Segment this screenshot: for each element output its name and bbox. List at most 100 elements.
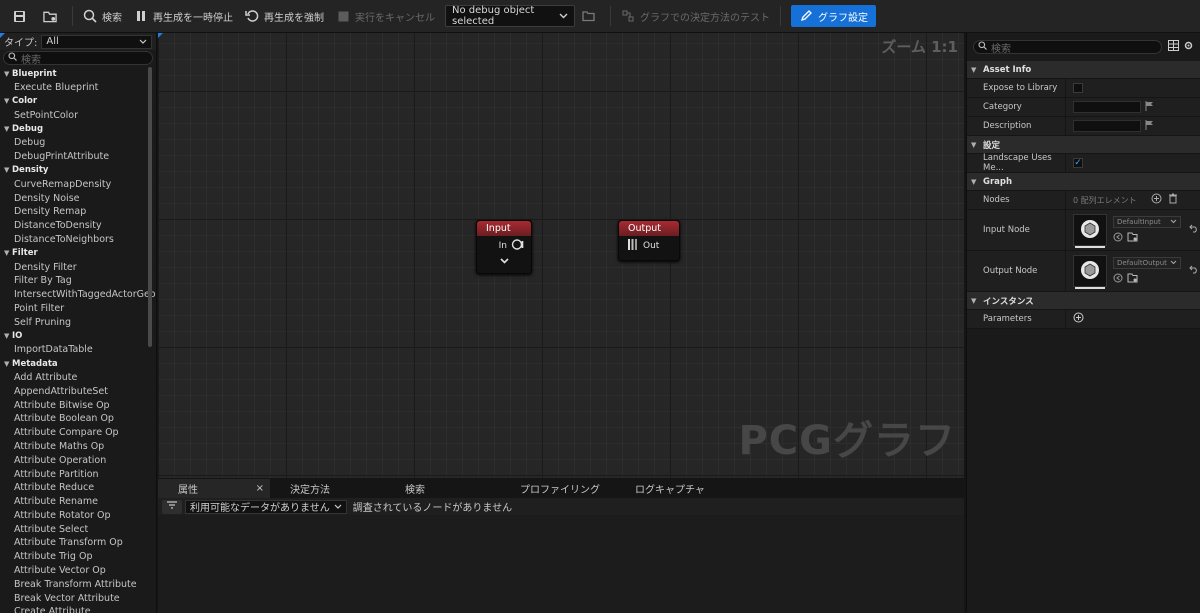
palette-item[interactable]: Attribute Bitwise Op [4, 398, 156, 412]
search-icon [8, 52, 17, 64]
add-element-icon[interactable] [1151, 193, 1162, 207]
tab-search[interactable]: 検索 [385, 479, 500, 498]
palette-item[interactable]: Density Noise [4, 191, 156, 205]
palette-category[interactable]: ▼ Debug [4, 122, 156, 136]
pin-icon[interactable] [511, 238, 524, 254]
folder-search-icon [581, 9, 595, 23]
test-determinism-button[interactable]: グラフでの決定方法のテスト [615, 4, 776, 28]
table-view-icon[interactable] [1168, 40, 1179, 54]
category-input[interactable] [1073, 101, 1141, 113]
expand-arrow-icon: ▼ [971, 296, 977, 305]
palette-item[interactable]: DistanceToDensity [4, 219, 156, 233]
palette-item[interactable]: Attribute Trig Op [4, 550, 156, 564]
filter-button[interactable] [162, 499, 182, 514]
palette-scrollbar[interactable] [148, 67, 152, 347]
palette-item[interactable]: DistanceToNeighbors [4, 233, 156, 247]
palette-category[interactable]: ▼ Density [4, 164, 156, 178]
flag-icon[interactable] [1145, 100, 1154, 114]
palette-item[interactable]: Density Remap [4, 205, 156, 219]
cancel-execution-button[interactable]: 実行をキャンセル [330, 4, 441, 28]
force-regeneration-button[interactable]: 再生成を強制 [239, 4, 330, 28]
palette-category[interactable]: ▼ Color [4, 95, 156, 109]
palette-item[interactable]: Attribute Rename [4, 495, 156, 509]
palette-item[interactable]: Density Filter [4, 260, 156, 274]
palette-item[interactable]: Filter By Tag [4, 274, 156, 288]
browse-debug-object-button[interactable] [575, 4, 606, 28]
section-graph[interactable]: ▼ Graph [967, 173, 1200, 191]
palette-item[interactable]: Attribute Boolean Op [4, 412, 156, 426]
palette-item[interactable]: Execute Blueprint [4, 81, 156, 95]
chevron-down-icon [1170, 259, 1177, 267]
palette-item[interactable]: Debug [4, 136, 156, 150]
output-node[interactable]: Output Out [618, 220, 680, 261]
details-search-input[interactable]: 検索 [973, 40, 1162, 55]
data-select[interactable]: 利用可能なデータがありません [185, 499, 347, 514]
reset-arrow-icon[interactable] [1189, 224, 1199, 236]
palette-category[interactable]: ▼ Filter [4, 246, 156, 260]
tab-attributes[interactable]: 属性 × [158, 479, 270, 498]
trash-icon[interactable] [1168, 193, 1178, 207]
tab-profiling[interactable]: プロファイリング [500, 479, 615, 498]
debug-object-select[interactable]: No debug object selected [445, 5, 575, 27]
force-regeneration-label: 再生成を強制 [264, 12, 324, 24]
section-instance[interactable]: ▼ インスタンス [967, 292, 1200, 310]
close-icon[interactable]: × [256, 483, 264, 494]
palette-item[interactable]: Attribute Reduce [4, 481, 156, 495]
palette-item[interactable]: Attribute Rotator Op [4, 509, 156, 523]
palette-item[interactable]: Attribute Maths Op [4, 440, 156, 454]
output-node-asset-select[interactable]: DefaultOutput [1113, 256, 1181, 269]
type-filter-select[interactable]: All [41, 34, 152, 49]
palette-item[interactable]: Attribute Partition [4, 467, 156, 481]
tab-determinism[interactable]: 決定方法 [270, 479, 385, 498]
palette-item[interactable]: Attribute Vector Op [4, 564, 156, 578]
pause-regeneration-button[interactable]: 再生成を一時停止 [128, 4, 239, 28]
palette-item[interactable]: Point Filter [4, 302, 156, 316]
expand-toggle[interactable] [477, 256, 531, 267]
tab-search-label: 検索 [405, 485, 425, 496]
pin-stack-icon[interactable] [627, 238, 638, 254]
input-node[interactable]: Input In [476, 220, 532, 274]
input-node-asset-select[interactable]: DefaultInput [1113, 215, 1181, 228]
palette-item[interactable]: Self Pruning [4, 315, 156, 329]
use-selected-icon[interactable] [1113, 273, 1123, 286]
browse-asset-icon[interactable] [1127, 273, 1138, 286]
output-node-thumbnail[interactable] [1073, 255, 1107, 289]
tab-log-capture[interactable]: ログキャプチャ [615, 479, 730, 498]
use-selected-icon[interactable] [1113, 232, 1123, 245]
section-asset-info[interactable]: ▼ Asset Info [967, 61, 1200, 79]
save-button[interactable] [6, 4, 37, 28]
palette-item[interactable]: SetPointColor [4, 108, 156, 122]
search-button[interactable]: 検索 [77, 4, 128, 28]
browse-button[interactable] [37, 4, 68, 28]
palette-item[interactable]: DebugPrintAttribute [4, 150, 156, 164]
reset-arrow-icon[interactable] [1189, 265, 1199, 277]
description-input[interactable] [1073, 120, 1141, 132]
palette-item[interactable]: AppendAttributeSet [4, 384, 156, 398]
landscape-uses-metadata-checkbox[interactable]: ✓ [1073, 158, 1083, 168]
pause-regeneration-label: 再生成を一時停止 [153, 12, 233, 24]
palette-item[interactable]: ImportDataTable [4, 343, 156, 357]
palette-item[interactable]: Attribute Select [4, 522, 156, 536]
graph-settings-button[interactable]: グラフ設定 [791, 5, 876, 27]
section-settings[interactable]: ▼ 設定 [967, 136, 1200, 154]
palette-category[interactable]: ▼ IO [4, 329, 156, 343]
graph-canvas[interactable]: ズーム 1:1 Input In Output Out PCGグラフ [158, 33, 964, 478]
palette-search-input[interactable]: 検索 [3, 51, 153, 66]
palette-item[interactable]: Attribute Operation [4, 453, 156, 467]
input-node-thumbnail[interactable] [1073, 214, 1107, 248]
expose-to-library-checkbox[interactable] [1073, 83, 1083, 93]
add-parameter-icon[interactable] [1073, 312, 1084, 326]
palette-item[interactable]: IntersectWithTaggedActorGeo [4, 288, 156, 302]
palette-item[interactable]: Break Transform Attribute [4, 577, 156, 591]
palette-item[interactable]: Attribute Compare Op [4, 426, 156, 440]
gear-icon[interactable] [1183, 40, 1194, 54]
palette-category[interactable]: ▼ Blueprint [4, 67, 156, 81]
palette-item[interactable]: Add Attribute [4, 371, 156, 385]
flag-icon[interactable] [1145, 119, 1154, 133]
palette-item[interactable]: CurveRemapDensity [4, 177, 156, 191]
browse-asset-icon[interactable] [1127, 232, 1138, 245]
palette-item[interactable]: Create Attribute [4, 605, 156, 613]
palette-item[interactable]: Attribute Transform Op [4, 536, 156, 550]
palette-item[interactable]: Break Vector Attribute [4, 591, 156, 605]
palette-category[interactable]: ▼ Metadata [4, 357, 156, 371]
